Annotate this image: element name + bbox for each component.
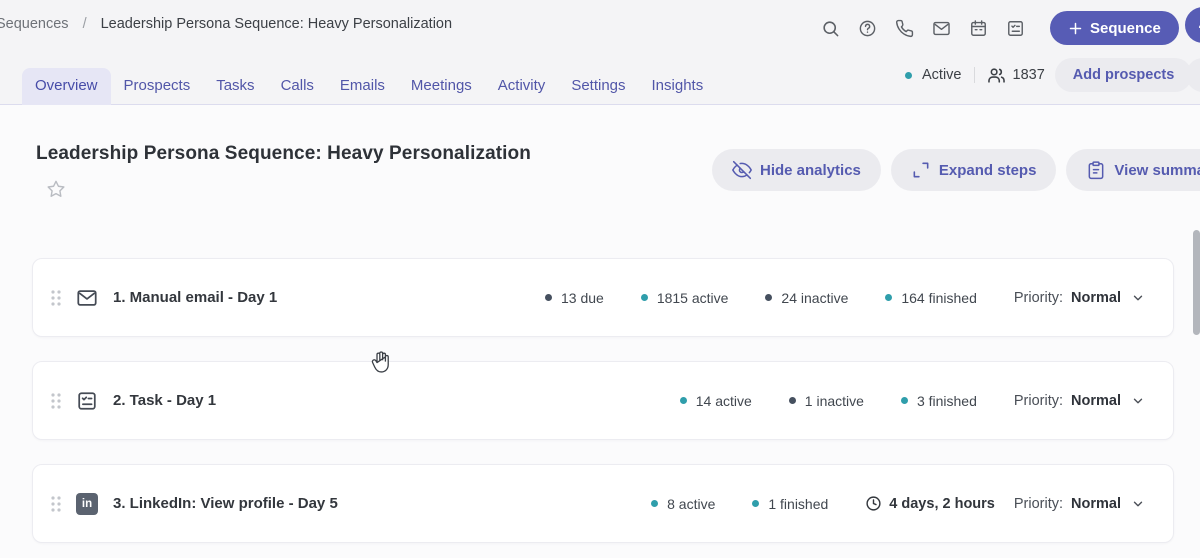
calendar-icon[interactable] [966,16,990,40]
stat-inactive: 24 inactive [765,290,848,306]
step-stats: 14 active 1 inactive 3 finished Priority… [679,393,1145,409]
step-title: 3. LinkedIn: View profile - Day 5 [113,495,338,512]
stat-dot [679,397,687,404]
active-status-dot [905,71,912,79]
stat-active: 14 active [679,393,752,409]
sequence-status-bar: Active 1837 Add prospects [905,58,1193,92]
priority-dropdown[interactable]: Priority: Normal [1014,393,1145,409]
header-icon-group: Sequence [818,11,1179,45]
breadcrumb-current-page: Leadership Persona Sequence: Heavy Perso… [100,16,453,32]
tab-overview[interactable]: Overview [22,68,111,105]
stat-inactive: 1 inactive [788,393,864,409]
stat-dot [788,397,796,404]
priority-value: Normal [1071,392,1121,409]
stat-dot [900,397,908,404]
step-title: 1. Manual email - Day 1 [113,289,278,306]
email-step-icon [75,286,99,310]
chevron-down-icon [1133,295,1143,300]
stat-dot [752,500,760,507]
stat-due: 13 due [544,290,604,306]
add-prospects-button[interactable]: Add prospects [1054,58,1193,92]
view-summary-button[interactable]: View summary [1066,149,1200,191]
clipboard-icon [1089,161,1104,180]
linkedin-step-icon: in [75,492,99,516]
tab-settings[interactable]: Settings [558,68,638,105]
page-title: Leadership Persona Sequence: Heavy Perso… [36,143,531,164]
stat-dot [651,500,659,507]
favorite-star-icon[interactable] [46,179,66,199]
step-card-3[interactable]: in 3. LinkedIn: View profile - Day 5 8 a… [32,464,1174,543]
vertical-scrollbar[interactable] [1193,230,1200,335]
tab-calls[interactable]: Calls [268,68,327,105]
stat-dot [640,294,648,301]
priority-label: Priority: [1013,289,1064,306]
priority-label: Priority: [1013,392,1064,409]
priority-value: Normal [1071,495,1121,512]
step-title: 2. Task - Day 1 [113,392,217,409]
chevron-down-icon [1133,501,1143,506]
tab-emails[interactable]: Emails [327,68,398,105]
priority-dropdown[interactable]: Priority: Normal [1014,496,1145,512]
tab-tasks[interactable]: Tasks [203,68,267,105]
tasks-icon[interactable] [1003,16,1027,40]
stat-dot [765,294,773,301]
expand-steps-button[interactable]: Expand steps [890,149,1057,191]
divider [973,67,975,83]
stat-dot [544,294,552,301]
step-stats: 13 due 1815 active 24 inactive 164 finis… [544,290,1145,306]
breadcrumb: Sequences / Leadership Persona Sequence:… [0,16,452,32]
priority-label: Priority: [1013,495,1064,512]
plus-icon [1069,22,1082,34]
drag-handle-icon[interactable] [49,288,63,308]
tab-bar: Overview Prospects Tasks Calls Emails Me… [22,67,716,105]
chevron-down-icon [1133,398,1143,403]
avatar-badge[interactable]: 4 [1185,7,1200,43]
drag-handle-icon[interactable] [49,494,63,514]
stat-dot [885,294,893,301]
top-bar: Sequences / Leadership Persona Sequence:… [0,0,1200,105]
tab-activity[interactable]: Activity [485,68,559,105]
eye-off-icon [732,160,752,180]
help-icon[interactable] [855,16,879,40]
search-icon[interactable] [818,16,842,40]
step-duration: 4 days, 2 hours [865,495,995,512]
stat-finished: 164 finished [885,290,977,306]
active-status-label: Active [922,67,962,83]
mail-icon[interactable] [929,16,953,40]
hide-analytics-label: Hide analytics [760,161,861,179]
hide-analytics-button[interactable]: Hide analytics [712,149,881,191]
drag-handle-icon[interactable] [49,391,63,411]
prospect-count-value: 1837 [1012,67,1045,83]
step-card-1[interactable]: 1. Manual email - Day 1 13 due 1815 acti… [32,258,1174,337]
phone-icon[interactable] [892,16,916,40]
new-sequence-label: Sequence [1090,19,1161,37]
task-step-icon [75,389,99,413]
step-stats: 8 active 1 finished 4 days, 2 hours Prio… [651,495,1145,512]
stat-active: 8 active [651,496,715,512]
view-summary-label: View summary [1114,161,1200,179]
people-icon [987,67,1005,83]
expand-icon [913,162,929,178]
stat-finished: 3 finished [900,393,977,409]
tab-prospects[interactable]: Prospects [111,68,204,105]
stat-active: 1815 active [640,290,728,306]
priority-value: Normal [1071,289,1121,306]
prospect-count: 1837 [987,66,1045,85]
page-action-buttons: Hide analytics Expand steps View summary [712,149,1200,191]
stat-finished: 1 finished [752,496,828,512]
breadcrumb-separator: / [82,16,87,32]
priority-dropdown[interactable]: Priority: Normal [1014,290,1145,306]
new-sequence-button[interactable]: Sequence [1050,11,1179,45]
expand-steps-label: Expand steps [938,161,1037,179]
clock-icon [866,496,881,511]
tab-meetings[interactable]: Meetings [398,68,485,105]
step-card-2[interactable]: 2. Task - Day 1 14 active 1 inactive 3 f… [32,361,1174,440]
breadcrumb-sequences-link[interactable]: Sequences [0,16,69,32]
tab-insights[interactable]: Insights [639,68,717,105]
